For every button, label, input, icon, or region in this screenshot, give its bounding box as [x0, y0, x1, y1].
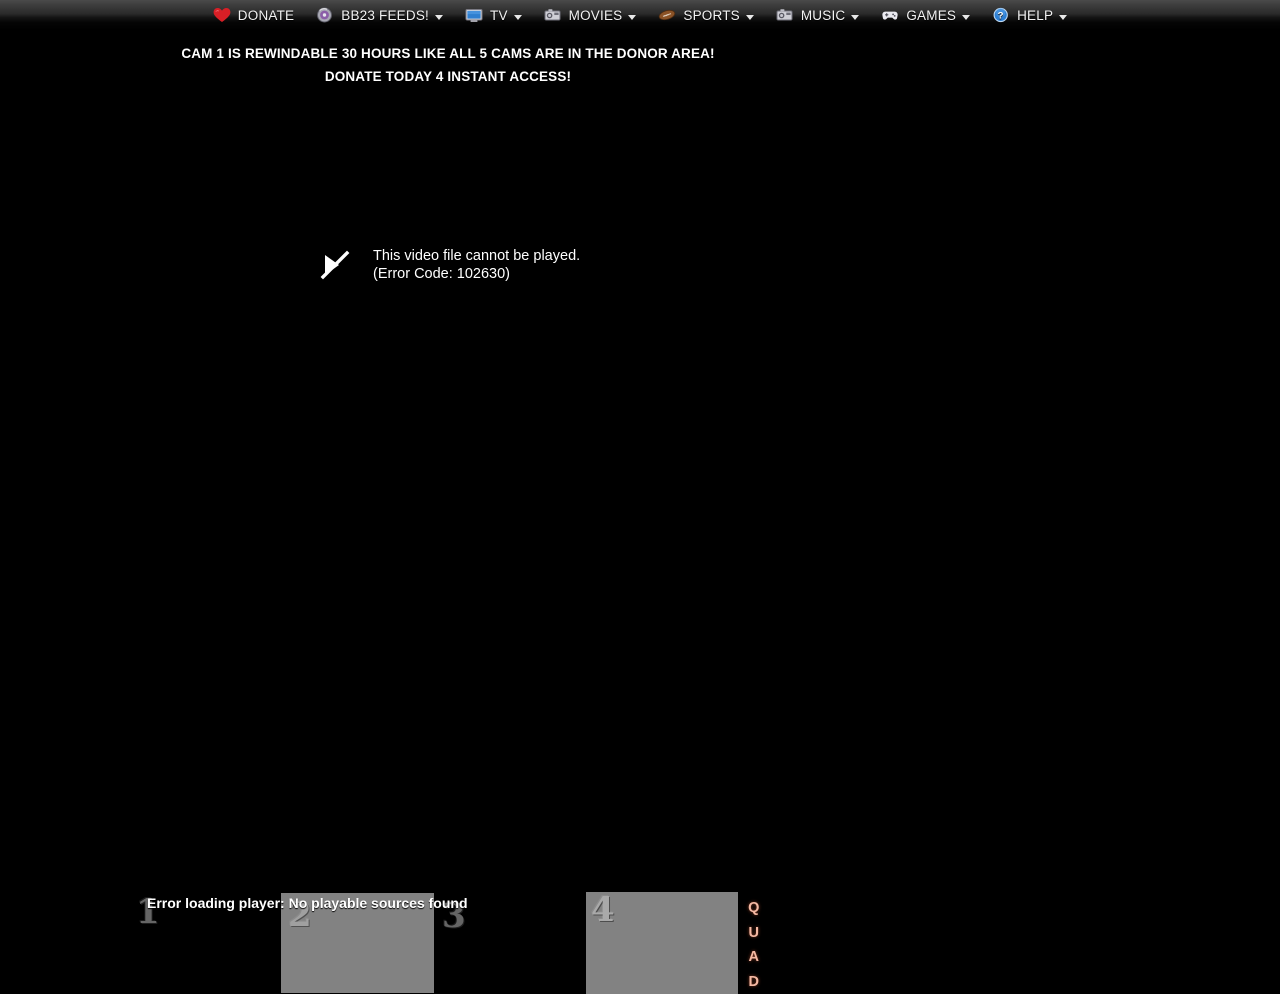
gamepad-icon	[881, 7, 899, 23]
quad-label-letter-a: A	[745, 945, 763, 970]
main-navbar: DONATE BB23 FEEDS!	[0, 0, 1280, 30]
chevron-down-icon	[962, 15, 970, 20]
promo-banner-line-1: CAM 1 IS REWINDABLE 30 HOURS LIKE ALL 5 …	[0, 42, 896, 65]
chevron-down-icon	[514, 15, 522, 20]
question-icon: ?	[992, 7, 1010, 23]
nav-item-games-label: GAMES	[906, 8, 956, 23]
quad-label-letter-u: U	[745, 921, 763, 946]
nav-item-help-label: HELP	[1017, 8, 1053, 23]
nav-item-movies-label: MOVIES	[569, 8, 623, 23]
promo-banner-line-2: DONATE TODAY 4 INSTANT ACCESS!	[0, 65, 896, 88]
video-error-line-2: (Error Code: 102630)	[373, 266, 510, 282]
chevron-down-icon	[746, 15, 754, 20]
navbar-item-list: DONATE BB23 FEEDS!	[202, 0, 1078, 30]
nav-item-movies[interactable]: MOVIES	[533, 0, 648, 30]
nav-item-sports[interactable]: SPORTS	[647, 0, 764, 30]
camera-icon	[544, 7, 562, 23]
quad-label-letter-q: Q	[745, 896, 763, 921]
heart-icon	[213, 7, 231, 23]
svg-text:?: ?	[998, 11, 1004, 22]
nav-item-tv-label: TV	[490, 8, 508, 23]
chevron-down-icon	[1059, 15, 1067, 20]
video-player-area[interactable]: This video file cannot be played. (Error…	[0, 92, 896, 438]
video-error-line-1: This video file cannot be played.	[373, 248, 580, 264]
quad-cam-strip: 1 2 3 4 Error loading player: No playabl…	[0, 440, 896, 565]
nav-item-donate-label: DONATE	[238, 8, 294, 23]
nav-item-help[interactable]: ? HELP	[981, 0, 1078, 30]
nav-item-music-label: MUSIC	[801, 8, 846, 23]
football-icon	[658, 7, 676, 23]
video-error-text: This video file cannot be played. (Error…	[373, 247, 580, 283]
nav-item-donate[interactable]: DONATE	[202, 0, 305, 30]
nav-item-sports-label: SPORTS	[683, 8, 739, 23]
nav-item-games[interactable]: GAMES	[870, 0, 981, 30]
quad-error-text: Error loading player: No playable source…	[147, 895, 468, 911]
video-error-message: This video file cannot be played. (Error…	[318, 247, 580, 283]
chevron-down-icon	[435, 15, 443, 20]
monitor-icon	[465, 7, 483, 23]
quad-digit-4: 4	[591, 893, 615, 927]
quad-label-letter-d: D	[745, 970, 763, 994]
nav-item-bb23-feeds-label: BB23 FEEDS!	[341, 8, 429, 23]
promo-banner: CAM 1 IS REWINDABLE 30 HOURS LIKE ALL 5 …	[0, 42, 896, 88]
nav-item-tv[interactable]: TV	[454, 0, 533, 30]
chevron-down-icon	[851, 15, 859, 20]
camera-icon	[776, 7, 794, 23]
nav-item-music[interactable]: MUSIC	[765, 0, 871, 30]
disc-icon	[316, 7, 334, 23]
chevron-down-icon	[628, 15, 636, 20]
play-slash-icon	[318, 248, 352, 282]
nav-item-bb23-feeds[interactable]: BB23 FEEDS!	[305, 0, 454, 30]
quad-label-vertical: Q U A D	[745, 896, 763, 994]
